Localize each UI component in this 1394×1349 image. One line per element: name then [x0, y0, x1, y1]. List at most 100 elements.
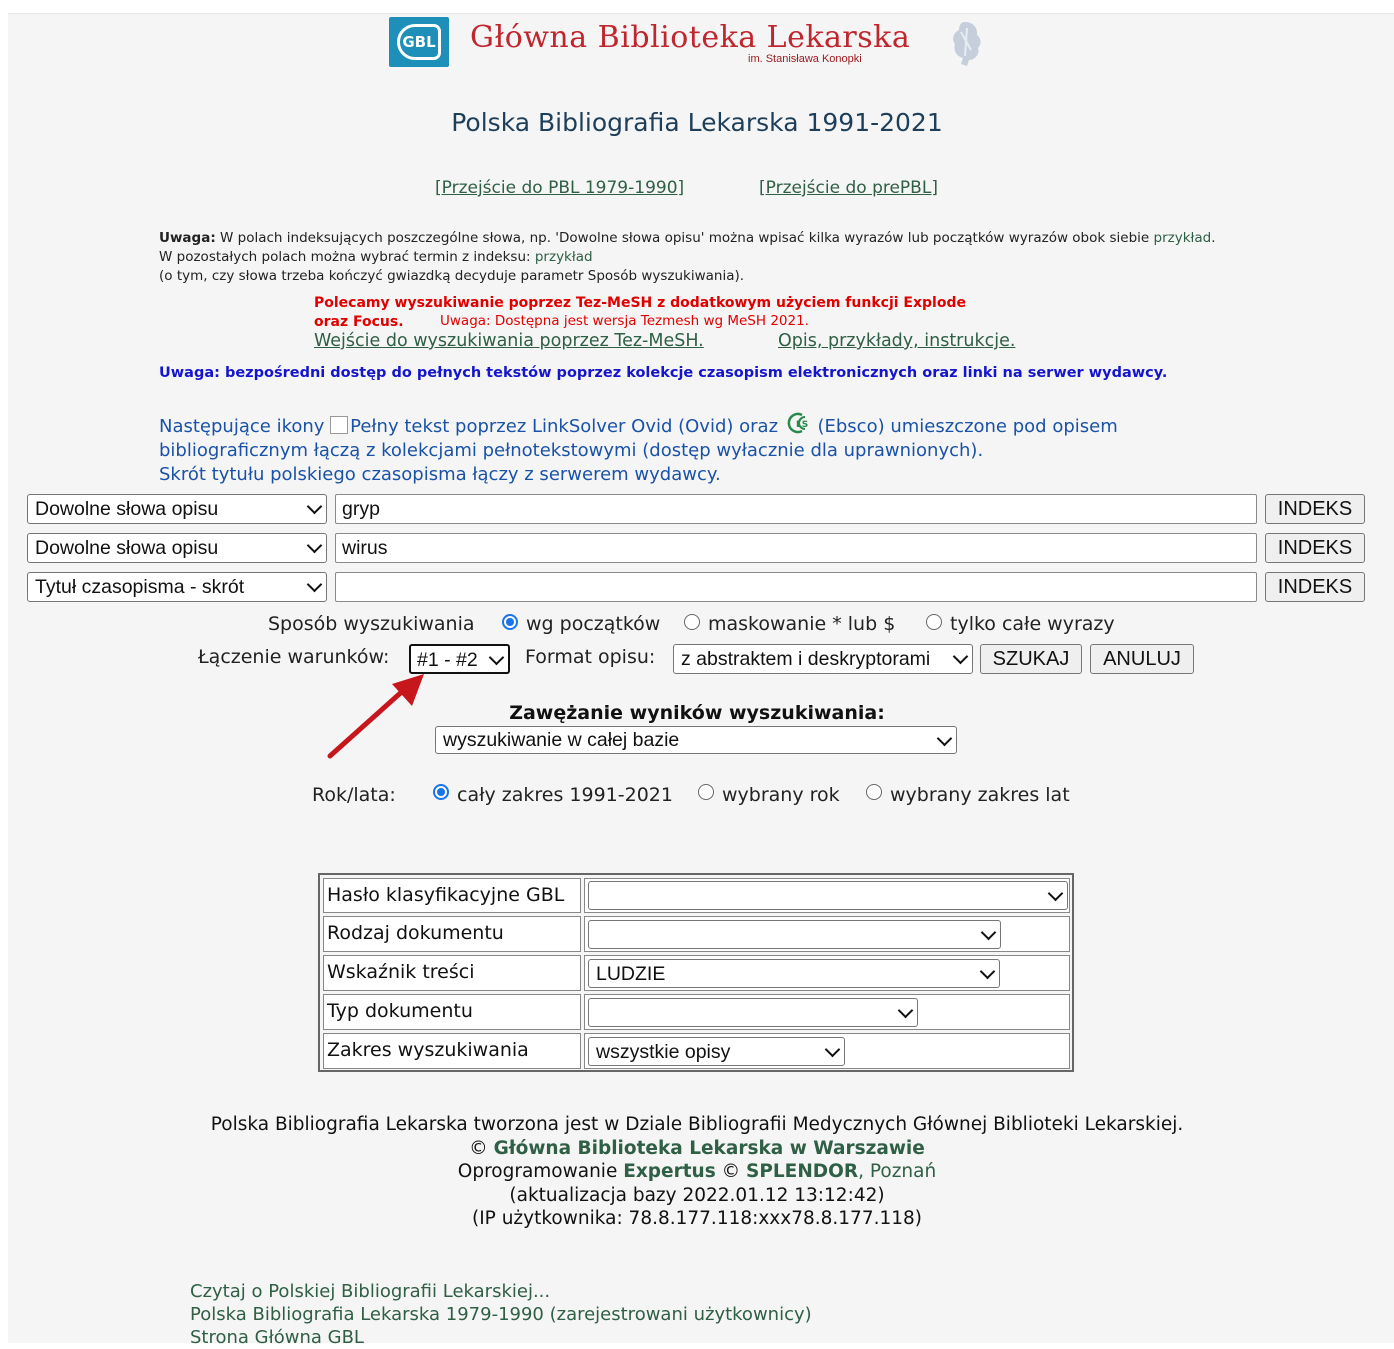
search-input-2[interactable]: wirus: [335, 533, 1257, 563]
format-select[interactable]: z abstraktem i deskryptorami: [673, 644, 973, 674]
copyright-symbol: ©: [469, 1137, 488, 1159]
chevron-down-icon: [936, 730, 953, 747]
search-input-1[interactable]: gryp: [335, 494, 1257, 524]
years-label: Rok/lata:: [312, 784, 396, 806]
link-pbl-1979-registered[interactable]: Polska Bibliografia Lekarska 1979-1990 (…: [190, 1303, 812, 1326]
narrowing-value: wyszukiwanie w całej bazie: [443, 729, 680, 751]
filter-select-doc-kind[interactable]: [588, 920, 1001, 949]
footer-ip: (IP użytkownika: 78.8.177.118:xxx78.8.17…: [472, 1208, 922, 1229]
radio-full-range[interactable]: [433, 784, 449, 800]
page-title: Polska Bibliografia Lekarska 1991-2021: [451, 108, 943, 137]
index-button-2[interactable]: INDEKS: [1265, 533, 1365, 563]
chevron-down-icon: [979, 963, 996, 980]
note-example-link-1[interactable]: przykład: [1154, 230, 1212, 246]
doctor-figure-icon: [953, 22, 981, 66]
filter-label-scope: Zakres wyszukiwania: [323, 1033, 581, 1069]
index-button-3[interactable]: INDEKS: [1265, 572, 1365, 602]
filter-cell-gbl: [584, 878, 1070, 913]
radio-masking[interactable]: [684, 614, 700, 630]
search-button[interactable]: SZUKAJ: [980, 644, 1082, 674]
filter-label-content: Wskaźnik treści: [323, 955, 581, 991]
search-field-select-2[interactable]: Dowolne słowa opisu: [27, 533, 327, 563]
search-field-select-1[interactable]: Dowolne słowa opisu: [27, 494, 327, 524]
filter-select-gbl[interactable]: [588, 881, 1068, 910]
filter-select-content[interactable]: LUDZIE: [588, 959, 1000, 988]
format-value: z abstraktem i deskryptorami: [681, 648, 931, 670]
radio-whole-words-label: tylko całe wyrazy: [950, 613, 1115, 635]
radio-full-range-label: cały zakres 1991-2021: [457, 784, 673, 806]
link-prepbl[interactable]: [Przejście do prePBL]: [759, 178, 938, 198]
index-button-1[interactable]: INDEKS: [1265, 494, 1365, 524]
filter-cell-content: LUDZIE: [584, 955, 1070, 991]
filter-select-scope[interactable]: wszystkie opisy: [588, 1037, 845, 1066]
footer: Polska Bibliografia Lekarska tworzona je…: [0, 1113, 1394, 1231]
note-text3: (o tym, czy słowa trzeba kończyć gwiazdk…: [159, 268, 745, 284]
filter-cell-scope: wszystkie opisy: [584, 1033, 1070, 1069]
search-input-3[interactable]: [335, 572, 1257, 602]
filter-value-content: LUDZIE: [596, 963, 666, 985]
software-label: Oprogramowanie: [457, 1161, 618, 1182]
chevron-down-icon: [952, 648, 969, 665]
filter-cell-doc-type: [584, 994, 1070, 1030]
radio-whole-words[interactable]: [926, 614, 942, 630]
svg-text:LS: LS: [796, 420, 808, 430]
chevron-down-icon: [306, 576, 323, 593]
radio-prefix-label: wg początków: [526, 613, 661, 635]
radio-single-year[interactable]: [698, 784, 714, 800]
ovid-image-alt[interactable]: Pełny tekst poprzez LinkSolver Ovid (Ovi…: [350, 416, 733, 437]
library-subtitle: im. Stanisława Konopki: [748, 53, 862, 65]
gbl-logo-text: GBL: [397, 24, 441, 60]
filters-table: Hasło klasyfikacyjne GBL Rodzaj dokument…: [318, 873, 1074, 1072]
filter-select-doc-type[interactable]: [588, 998, 918, 1027]
splendor-link[interactable]: SPLENDOR: [746, 1161, 858, 1182]
tezmesh-enter-link[interactable]: Wejście do wyszukiwania poprzez Tez-MeSH…: [314, 331, 704, 351]
search-field-select-3[interactable]: Tytuł czasopisma - skrót: [27, 572, 327, 602]
filter-cell-doc-kind: [584, 916, 1070, 952]
footer-line1: Polska Bibliografia Lekarska tworzona je…: [210, 1114, 1184, 1135]
broken-image-icon: [330, 416, 349, 434]
filter-label-doc-kind: Rodzaj dokumentu: [323, 916, 581, 952]
link-read-about-pbl[interactable]: Czytaj o Polskiej Bibliografii Lekarskie…: [190, 1280, 812, 1303]
link-pbl-1979[interactable]: [Przejście do PBL 1979-1990]: [435, 178, 684, 198]
radio-year-range[interactable]: [866, 784, 882, 800]
radio-single-year-label: wybrany rok: [722, 784, 840, 806]
search-mode-label: Sposób wyszukiwania: [268, 613, 475, 635]
chevron-down-icon: [1047, 885, 1064, 902]
link-gbl-home[interactable]: Strona Główna GBL: [190, 1326, 812, 1349]
chevron-down-icon: [306, 498, 323, 515]
narrowing-select[interactable]: wyszukiwanie w całej bazie: [435, 726, 957, 754]
gbl-warsaw-link[interactable]: Główna Biblioteka Lekarska w Warszawie: [494, 1138, 925, 1159]
index-note: Uwaga: W polach indeksujących poszczegól…: [159, 229, 1229, 286]
expertus-link[interactable]: Expertus: [623, 1161, 716, 1182]
chevron-down-icon: [306, 537, 323, 554]
note-example-link-2[interactable]: przykład: [535, 249, 593, 265]
radio-masking-label: maskowanie * lub $: [708, 613, 896, 635]
chevron-down-icon: [980, 924, 997, 941]
filter-label-doc-type: Typ dokumentu: [323, 994, 581, 1030]
cancel-button[interactable]: ANULUJ: [1090, 644, 1194, 674]
chevron-down-icon: [824, 1041, 841, 1058]
tezmesh-help-link[interactable]: Opis, przykłady, instrukcje.: [778, 331, 1015, 351]
radio-prefix[interactable]: [502, 614, 518, 630]
footer-update: (aktualizacja bazy 2022.01.12 13:12:42): [509, 1184, 885, 1206]
tezmesh-recommendation-line1: Polecamy wyszukiwanie poprzez Tez-MeSH z…: [314, 295, 966, 311]
gbl-logo[interactable]: GBL: [389, 17, 449, 67]
icons-note-part1: Następujące ikony: [159, 416, 331, 437]
conditions-label: Łączenie warunków:: [198, 646, 390, 668]
icons-note-part2: oraz: [733, 416, 784, 437]
poznan-link[interactable]: , Poznań: [858, 1161, 936, 1182]
icons-note-line3: Skrót tytułu polskiego czasopisma łączy …: [159, 464, 721, 485]
filter-value-scope: wszystkie opisy: [596, 1041, 731, 1063]
format-label: Format opisu:: [525, 646, 656, 668]
copyright-symbol-2: ©: [721, 1161, 741, 1182]
library-name: Główna Biblioteka Lekarska: [470, 20, 911, 55]
footer-copyright-line: © Główna Biblioteka Lekarska w Warszawie: [0, 1137, 1394, 1161]
search-field-value-2: Dowolne słowa opisu: [35, 537, 219, 559]
search-field-value-1: Dowolne słowa opisu: [35, 498, 219, 520]
footer-software-line: Oprogramowanie Expertus © SPLENDOR, Pozn…: [0, 1160, 1394, 1184]
narrowing-title: Zawężanie wyników wyszukiwania:: [509, 702, 885, 724]
filter-label-gbl: Hasło klasyfikacyjne GBL: [323, 878, 581, 913]
ebsco-linksource-icon[interactable]: LS: [784, 412, 812, 434]
radio-year-range-label: wybrany zakres lat: [890, 784, 1070, 806]
fulltext-note: Uwaga: bezpośredni dostęp do pełnych tek…: [159, 365, 1168, 381]
